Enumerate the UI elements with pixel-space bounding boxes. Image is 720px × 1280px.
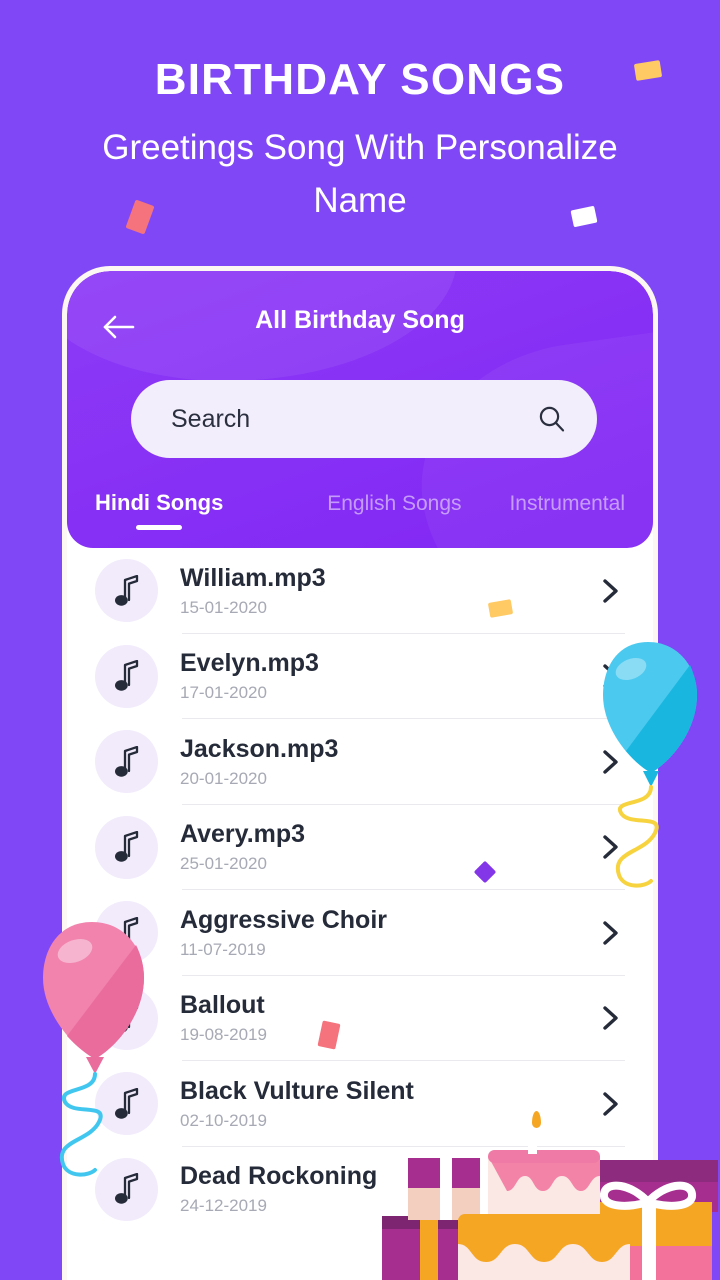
search-icon[interactable]	[537, 404, 567, 434]
song-title: Aggressive Choir	[180, 905, 388, 934]
song-title: William.mp3	[180, 563, 326, 592]
song-title: Jackson.mp3	[180, 734, 339, 763]
song-title: Evelyn.mp3	[180, 649, 319, 678]
chevron-right-icon[interactable]	[595, 918, 625, 948]
tab-label: English Songs	[327, 492, 462, 515]
tab-bar: Hindi Songs English Songs Instrumental	[67, 490, 653, 530]
song-row[interactable]: Avery.mp3 25-01-2020	[67, 805, 653, 890]
song-date: 20-01-2020	[180, 768, 267, 788]
app-store-promo-screenshot: BIRTHDAY SONGS Greetings Song With Perso…	[0, 0, 720, 1280]
song-row[interactable]: Ballout 19-08-2019	[67, 976, 653, 1061]
song-date: 25-01-2020	[180, 854, 267, 874]
song-title: Ballout	[180, 991, 265, 1020]
balloon-pink-icon	[43, 922, 144, 1177]
music-note-icon	[95, 815, 158, 879]
balloon-blue-icon	[603, 642, 697, 888]
song-row[interactable]: Aggressive Choir 11-07-2019	[67, 890, 653, 976]
song-date: 15-01-2020	[180, 597, 267, 617]
tab-english-songs[interactable]: English Songs	[279, 492, 509, 530]
music-note-icon	[95, 730, 158, 794]
tab-label: Instrumental	[509, 492, 625, 515]
chevron-right-icon[interactable]	[595, 1089, 625, 1119]
search-input[interactable]	[171, 404, 537, 434]
song-title: Black Vulture Silent	[180, 1076, 414, 1105]
app-header: All Birthday Song Hindi Songs English So…	[67, 271, 653, 548]
music-note-icon	[95, 644, 158, 708]
tab-hindi-songs[interactable]: Hindi Songs	[95, 490, 223, 530]
song-date: 17-01-2020	[180, 683, 267, 703]
song-row[interactable]: William.mp3 15-01-2020	[67, 548, 653, 634]
song-row[interactable]: Evelyn.mp3 17-01-2020	[67, 634, 653, 719]
page-title: All Birthday Song	[255, 306, 465, 334]
birthday-cake-and-gifts-icon	[382, 1130, 718, 1280]
song-title: Avery.mp3	[180, 820, 306, 849]
chevron-right-icon[interactable]	[595, 576, 625, 606]
search-bar[interactable]	[131, 380, 597, 458]
song-date: 11-07-2019	[180, 939, 266, 959]
song-date: 19-08-2019	[180, 1025, 267, 1045]
song-row[interactable]: Jackson.mp3 20-01-2020	[67, 719, 653, 805]
promo-title: BIRTHDAY SONGS	[154, 55, 566, 104]
tab-label: Hindi Songs	[95, 490, 224, 515]
candle-flame-icon	[532, 1111, 541, 1128]
tab-instrumental[interactable]: Instrumental	[509, 492, 625, 530]
music-note-icon	[95, 559, 158, 623]
promo-subtitle: Greetings Song With Personalize Name	[102, 128, 618, 220]
chevron-right-icon[interactable]	[595, 1003, 625, 1033]
